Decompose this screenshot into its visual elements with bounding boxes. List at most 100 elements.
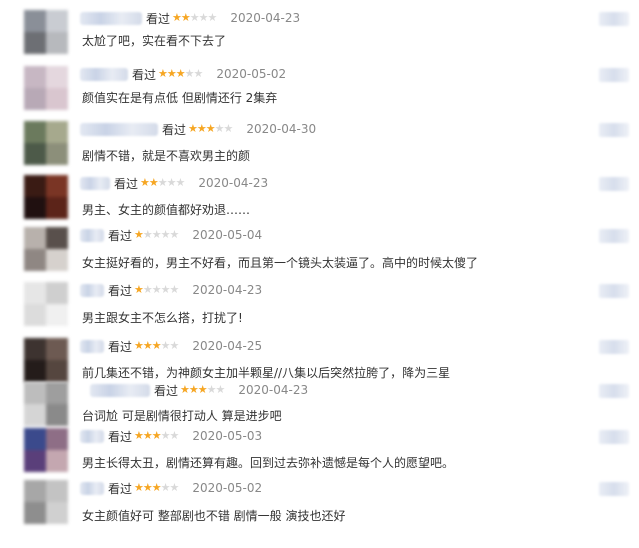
useful-votes[interactable] bbox=[599, 123, 629, 137]
useful-votes[interactable] bbox=[599, 482, 629, 496]
avatar[interactable] bbox=[24, 227, 68, 271]
useful-votes[interactable] bbox=[599, 68, 629, 82]
star-filled-icon: ★ bbox=[142, 429, 153, 442]
avatar[interactable] bbox=[24, 338, 68, 382]
rating-stars: ★ ★ ★ ★ ★ bbox=[134, 339, 180, 352]
star-filled-icon: ★ bbox=[134, 228, 144, 241]
star-empty-icon: ★ bbox=[169, 339, 180, 352]
review-meta: 看过 ★ ★ ★ ★ ★ 2020-04-23 bbox=[90, 382, 308, 398]
avatar[interactable] bbox=[24, 10, 68, 54]
rating-stars: ★ ★ ★ ★ ★ bbox=[134, 429, 180, 442]
review-text: 前几集还不错，为神颜女主加半颗星//八集以后突然拉胯了，降为三星 bbox=[82, 366, 451, 380]
star-filled-icon: ★ bbox=[188, 383, 199, 396]
review-item: 看过 ★ ★ ★ ★ ★ 2020-04-23 太尬了吧，实在看不下去了 bbox=[0, 10, 639, 54]
star-empty-icon: ★ bbox=[157, 176, 168, 189]
avatar[interactable] bbox=[24, 175, 68, 219]
useful-votes[interactable] bbox=[599, 12, 629, 26]
useful-votes[interactable] bbox=[599, 430, 629, 444]
review-date: 2020-05-03 bbox=[192, 429, 263, 443]
watch-status: 看过 bbox=[108, 481, 133, 496]
watch-status: 看过 bbox=[108, 339, 133, 354]
star-filled-icon: ★ bbox=[134, 339, 144, 352]
useful-votes[interactable] bbox=[599, 384, 629, 398]
review-item: 看过 ★ ★ ★ ★ ★ 2020-05-02 女主颜值好可 整部剧也不错 剧情一般 演技也还… bbox=[0, 480, 639, 525]
useful-votes[interactable] bbox=[599, 229, 629, 243]
username-link[interactable] bbox=[90, 383, 150, 397]
star-empty-icon: ★ bbox=[175, 176, 186, 189]
star-empty-icon: ★ bbox=[169, 429, 180, 442]
star-filled-icon: ★ bbox=[188, 122, 198, 135]
review-item: 看过 ★ ★ ★ ★ ★ 2020-04-30 剧情不错，就是不喜欢男主的颜 bbox=[0, 121, 639, 165]
review-meta: 看过 ★ ★ ★ ★ ★ 2020-05-03 bbox=[80, 428, 262, 444]
star-filled-icon: ★ bbox=[142, 481, 153, 494]
watch-status: 看过 bbox=[146, 11, 171, 26]
star-filled-icon: ★ bbox=[134, 481, 144, 494]
star-filled-icon: ★ bbox=[151, 481, 162, 494]
star-empty-icon: ★ bbox=[160, 228, 171, 241]
rating-stars: ★ ★ ★ ★ ★ bbox=[180, 383, 225, 396]
avatar[interactable] bbox=[24, 428, 68, 472]
star-filled-icon: ★ bbox=[172, 11, 182, 24]
review-text: 颜值实在是有点低 但剧情还行 2集弃 bbox=[82, 91, 278, 105]
useful-votes[interactable] bbox=[599, 177, 629, 191]
avatar[interactable] bbox=[24, 282, 68, 326]
star-empty-icon: ★ bbox=[142, 283, 153, 296]
review-item: 看过 ★ ★ ★ ★ ★ 2020-05-04 女主挺好看的，男主不好看，而且第一个镜头太装逼… bbox=[0, 227, 639, 272]
rating-stars: ★ ★ ★ ★ ★ bbox=[158, 67, 204, 80]
username-link[interactable] bbox=[80, 11, 142, 25]
avatar[interactable] bbox=[24, 480, 68, 524]
star-empty-icon: ★ bbox=[169, 228, 180, 241]
star-empty-icon: ★ bbox=[214, 122, 225, 135]
star-filled-icon: ★ bbox=[151, 339, 162, 352]
star-empty-icon: ★ bbox=[206, 383, 217, 396]
star-empty-icon: ★ bbox=[193, 67, 204, 80]
avatar[interactable] bbox=[24, 66, 68, 110]
username-link[interactable] bbox=[80, 339, 104, 353]
useful-votes[interactable] bbox=[599, 284, 629, 298]
review-item: 看过 ★ ★ ★ ★ ★ 2020-05-03 男主长得太丑，剧情还算有趣。回到过去弥补遗憾是… bbox=[0, 428, 639, 472]
avatar[interactable] bbox=[24, 121, 68, 165]
watch-status: 看过 bbox=[108, 429, 133, 444]
review-date: 2020-04-23 bbox=[198, 176, 269, 190]
review-meta: 看过 ★ ★ ★ ★ ★ 2020-04-23 bbox=[80, 175, 268, 191]
star-filled-icon: ★ bbox=[175, 67, 186, 80]
watch-status: 看过 bbox=[154, 383, 179, 398]
star-empty-icon: ★ bbox=[184, 67, 195, 80]
rating-stars: ★ ★ ★ ★ ★ bbox=[172, 11, 217, 24]
avatar[interactable] bbox=[24, 382, 68, 426]
username-link[interactable] bbox=[80, 283, 104, 297]
rating-stars: ★ ★ ★ ★ ★ bbox=[134, 228, 180, 241]
review-date: 2020-05-02 bbox=[192, 481, 263, 495]
username-link[interactable] bbox=[80, 228, 104, 242]
star-empty-icon: ★ bbox=[189, 11, 200, 24]
review-date: 2020-04-23 bbox=[230, 11, 301, 25]
star-filled-icon: ★ bbox=[180, 383, 190, 396]
review-meta: 看过 ★ ★ ★ ★ ★ 2020-04-23 bbox=[80, 282, 262, 298]
review-text: 女主挺好看的，男主不好看，而且第一个镜头太装逼了。高中的时候太傻了 bbox=[82, 256, 479, 270]
review-meta: 看过 ★ ★ ★ ★ ★ 2020-04-25 bbox=[80, 338, 262, 354]
star-empty-icon: ★ bbox=[151, 228, 162, 241]
username-link[interactable] bbox=[80, 67, 128, 81]
review-list: 看过 ★ ★ ★ ★ ★ 2020-04-23 太尬了吧，实在看不下去了 看过 ★ ★ ★ ★ ★ 2020… bbox=[0, 0, 639, 548]
username-link[interactable] bbox=[80, 429, 104, 443]
review-text: 男主、女主的颜值都好劝退…… bbox=[82, 203, 251, 217]
rating-stars: ★ ★ ★ ★ ★ bbox=[134, 283, 179, 296]
review-date: 2020-04-23 bbox=[238, 383, 309, 397]
review-text: 太尬了吧，实在看不下去了 bbox=[82, 34, 227, 48]
rating-stars: ★ ★ ★ ★ ★ bbox=[140, 176, 186, 189]
watch-status: 看过 bbox=[108, 228, 133, 243]
review-item: 看过 ★ ★ ★ ★ ★ 2020-04-25 前几集还不错，为神颜女主加半颗星//八集以后突… bbox=[0, 338, 639, 382]
review-meta: 看过 ★ ★ ★ ★ ★ 2020-05-04 bbox=[80, 227, 262, 243]
star-filled-icon: ★ bbox=[197, 383, 208, 396]
review-item: 看过 ★ ★ ★ ★ ★ 2020-05-02 颜值实在是有点低 但剧情还行 2集弃 bbox=[0, 66, 639, 110]
review-date: 2020-04-30 bbox=[246, 122, 317, 136]
star-filled-icon: ★ bbox=[142, 339, 153, 352]
star-empty-icon: ★ bbox=[160, 429, 171, 442]
star-filled-icon: ★ bbox=[205, 122, 216, 135]
review-text: 剧情不错，就是不喜欢男主的颜 bbox=[82, 149, 251, 163]
username-link[interactable] bbox=[80, 176, 110, 190]
watch-status: 看过 bbox=[114, 176, 139, 191]
username-link[interactable] bbox=[80, 481, 104, 495]
useful-votes[interactable] bbox=[599, 340, 629, 354]
username-link[interactable] bbox=[80, 122, 158, 136]
